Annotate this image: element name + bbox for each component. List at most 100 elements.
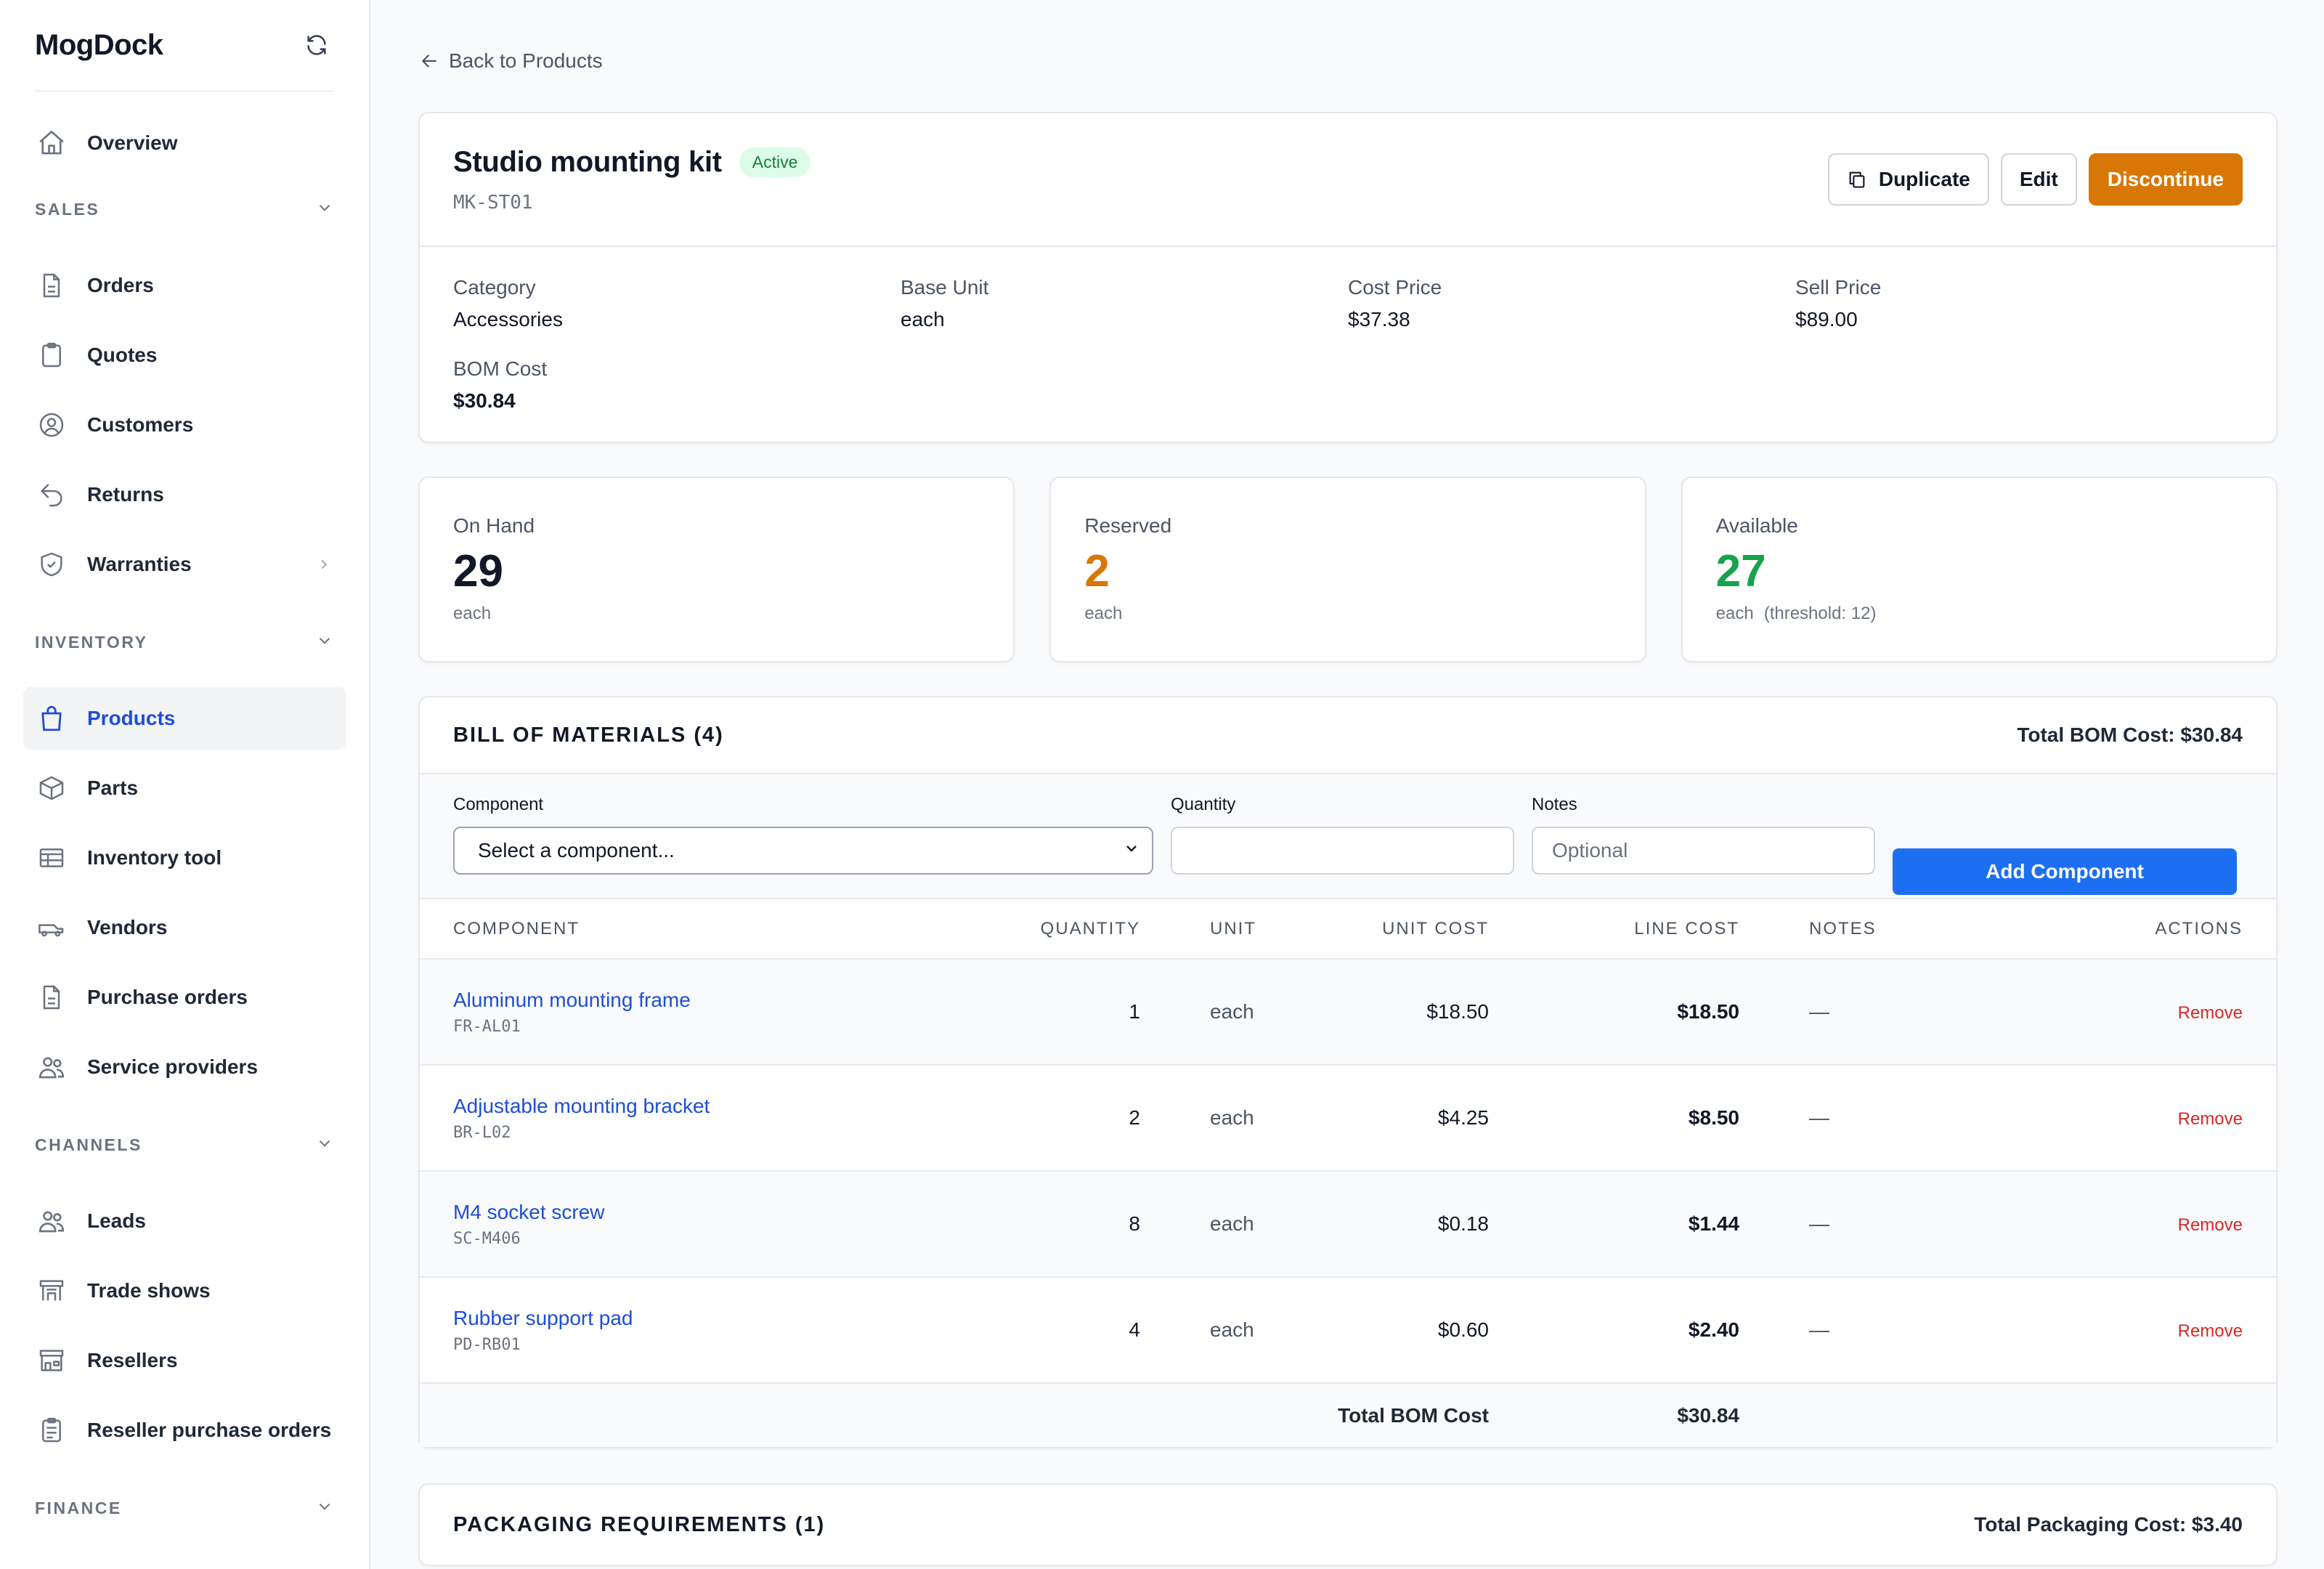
cell-unit-cost: $0.60	[1300, 1277, 1489, 1384]
truck-icon	[35, 911, 68, 944]
section-channels[interactable]: CHANNELS	[23, 1117, 346, 1172]
notes-input[interactable]: Optional	[1532, 827, 1875, 875]
quantity-input[interactable]	[1171, 827, 1514, 875]
section-inventory[interactable]: INVENTORY	[23, 615, 346, 670]
cell-line-cost: $18.50	[1489, 959, 1739, 1066]
chevron-down-icon	[315, 1497, 334, 1520]
cube-icon	[35, 771, 68, 805]
section-sales[interactable]: SALES	[23, 182, 346, 237]
stat-value: 29	[453, 546, 503, 596]
field-label: Base Unit	[901, 276, 989, 299]
col-notes[interactable]: NOTES	[1739, 899, 1943, 960]
col-quantity[interactable]: QUANTITY	[943, 899, 1140, 960]
component-link[interactable]: Rubber support pad	[453, 1307, 943, 1330]
col-unit-cost[interactable]: UNIT COST	[1300, 899, 1489, 960]
component-link[interactable]: M4 socket screw	[453, 1201, 943, 1224]
component-label: Component	[453, 795, 544, 814]
section-finance[interactable]: FINANCE	[23, 1480, 346, 1536]
sidebar-item-label: Parts	[87, 777, 139, 799]
remove-button[interactable]: Remove	[2178, 1321, 2243, 1341]
field-cost-price: Cost Price $37.38	[1348, 276, 1795, 331]
home-icon	[35, 126, 68, 160]
back-link-label: Back to Products	[449, 49, 603, 72]
sidebar-item-label: Service providers	[87, 1055, 259, 1078]
section-title: CHANNELS	[35, 1135, 142, 1154]
sidebar-item-resellers[interactable]: Resellers	[23, 1329, 346, 1392]
bom-header: BILL OF MATERIALS (4) Total BOM Cost: $3…	[420, 697, 2276, 774]
packaging-header: PACKAGING REQUIREMENTS (1) Total Packagi…	[420, 1485, 2276, 1565]
sidebar-item-products[interactable]: Products	[23, 687, 346, 750]
section-title: INVENTORY	[35, 632, 148, 652]
field-label: Category	[453, 276, 536, 299]
col-unit[interactable]: UNIT	[1140, 899, 1300, 960]
col-component[interactable]: COMPONENT	[420, 899, 943, 960]
table-footer-row: Total BOM Cost $30.84	[420, 1383, 2276, 1447]
field-sell-price: Sell Price $89.00	[1795, 276, 2243, 331]
sidebar-item-label: Warranties	[87, 553, 192, 575]
duplicate-label: Duplicate	[1878, 168, 1970, 190]
component-select[interactable]: Select a component...	[453, 827, 1153, 875]
product-card: Studio mounting kit Active MK-ST01 Dupli…	[418, 112, 2278, 443]
sidebar-item-returns[interactable]: Returns	[23, 463, 346, 526]
stat-value: 27	[1715, 546, 1766, 596]
stat-unit-text: each	[1084, 604, 1123, 624]
clipboard-list-icon	[35, 1414, 68, 1447]
bill-of-materials: BILL OF MATERIALS (4) Total BOM Cost: $3…	[418, 696, 2278, 1448]
table-row: M4 socket screw SC-M406 8 each $0.18 $1.4…	[420, 1171, 2276, 1278]
sidebar-item-reseller-purchase-orders[interactable]: Reseller purchase orders	[23, 1399, 346, 1461]
product-fields: Category Accessories Base Unit each Cost…	[420, 247, 2276, 442]
sidebar-item-label: Inventory tool	[87, 846, 222, 869]
stat-unit: each	[453, 604, 980, 624]
component-link[interactable]: Adjustable mounting bracket	[453, 1095, 943, 1118]
cell-quantity: 8	[943, 1171, 1140, 1278]
sidebar-item-orders[interactable]: Orders	[23, 254, 346, 317]
sidebar-item-leads[interactable]: Leads	[23, 1190, 346, 1252]
stat-label: Reserved	[1084, 514, 1172, 537]
component-sku: FR-AL01	[453, 1017, 521, 1036]
remove-button[interactable]: Remove	[2178, 1003, 2243, 1023]
sidebar-item-purchase-orders[interactable]: Purchase orders	[23, 966, 346, 1029]
document-icon	[35, 981, 68, 1014]
sidebar-item-label: Reseller purchase orders	[87, 1419, 332, 1441]
sidebar-item-trade-shows[interactable]: Trade shows	[23, 1260, 346, 1322]
cell-unit: each	[1140, 959, 1300, 1066]
cell-unit-cost: $0.18	[1300, 1171, 1489, 1278]
users-icon	[35, 1050, 68, 1084]
sidebar-item-inventory-tool[interactable]: Inventory tool	[23, 827, 346, 889]
add-component-button[interactable]: Add Component	[1893, 848, 2237, 895]
cell-line-cost: $1.44	[1489, 1171, 1739, 1278]
sidebar-item-label: Purchase orders	[87, 986, 248, 1008]
brand-row: MogDock	[35, 0, 334, 92]
back-link[interactable]: Back to Products	[418, 44, 603, 78]
stat-unit: each	[1084, 604, 1611, 624]
stat-on-hand: On Hand 29 each	[418, 477, 1015, 662]
field-value: $30.84	[453, 389, 516, 412]
remove-button[interactable]: Remove	[2178, 1109, 2243, 1129]
page-title: Studio mounting kit	[453, 145, 722, 178]
sidebar-item-overview[interactable]: Overview	[23, 112, 346, 174]
stat-reserved: Reserved 2 each	[1049, 477, 1646, 662]
field-value: $89.00	[1795, 308, 1858, 331]
component-link[interactable]: Aluminum mounting frame	[453, 989, 943, 1012]
sidebar-item-parts[interactable]: Parts	[23, 757, 346, 819]
cell-unit: each	[1140, 1171, 1300, 1278]
refresh-icon[interactable]	[299, 28, 334, 62]
discontinue-button[interactable]: Discontinue	[2088, 153, 2243, 206]
duplicate-button[interactable]: Duplicate	[1827, 153, 1989, 206]
cell-notes: —	[1739, 1171, 1943, 1278]
table-row: Rubber support pad PD-RB01 4 each $0.60 $…	[420, 1277, 2276, 1384]
sidebar-item-customers[interactable]: Customers	[23, 394, 346, 456]
stat-unit-text: each	[453, 604, 492, 624]
cell-notes: —	[1739, 959, 1943, 1066]
edit-button[interactable]: Edit	[2000, 153, 2077, 206]
remove-button[interactable]: Remove	[2178, 1215, 2243, 1235]
sidebar-item-quotes[interactable]: Quotes	[23, 324, 346, 386]
sidebar-item-warranties[interactable]: Warranties	[23, 533, 346, 596]
table-row: Adjustable mounting bracket BR-L02 2 each…	[420, 1065, 2276, 1172]
undo-arrow-icon	[35, 478, 68, 511]
sidebar-item-vendors[interactable]: Vendors	[23, 896, 346, 959]
add-component-form: Component Select a component... Quantity…	[420, 774, 2276, 899]
col-line-cost[interactable]: LINE COST	[1489, 899, 1739, 960]
sidebar-item-service-providers[interactable]: Service providers	[23, 1036, 346, 1098]
field-value: each	[901, 308, 945, 331]
